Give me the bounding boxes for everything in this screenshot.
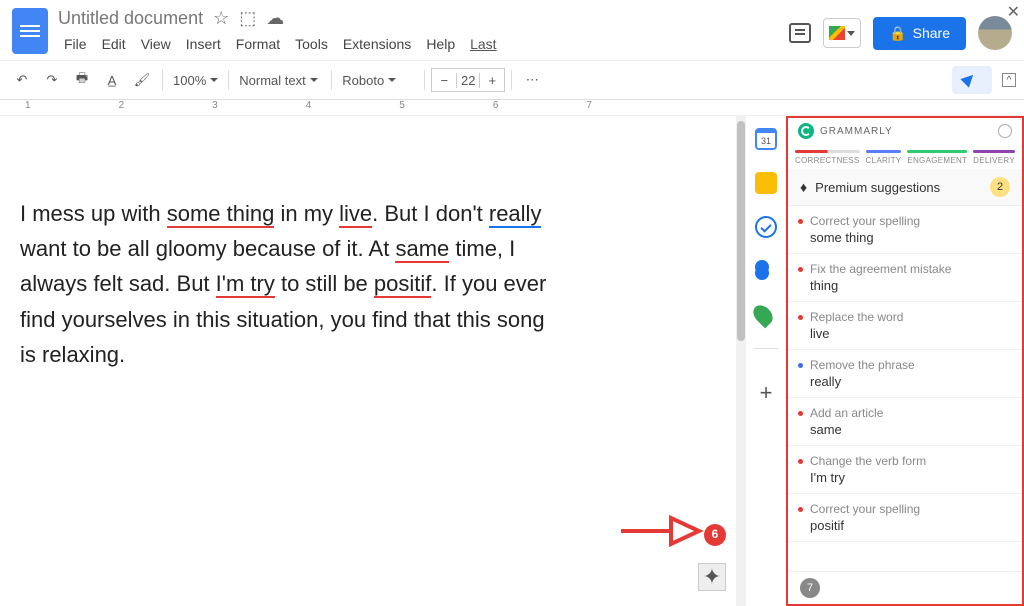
tab-clarity[interactable]: CLARITY — [866, 150, 902, 165]
font-dropdown[interactable]: Roboto — [338, 73, 418, 88]
print-icon[interactable]: 🖶 — [68, 66, 96, 94]
document-body[interactable]: I mess up with some thing in my live. Bu… — [0, 116, 736, 606]
zoom-dropdown[interactable]: 100% — [169, 73, 222, 88]
share-button[interactable]: 🔒 Share — [873, 17, 966, 50]
editing-mode[interactable] — [952, 66, 992, 94]
spellcheck-icon[interactable]: A̲ — [98, 66, 126, 94]
suggestion-item[interactable]: Fix the agreement mistake thing — [788, 254, 1022, 302]
goals-icon[interactable] — [998, 124, 1012, 138]
suggestion-title: Change the verb form — [810, 454, 1008, 468]
tab-engagement[interactable]: ENGAGEMENT — [907, 150, 967, 165]
scrollbar[interactable] — [736, 116, 746, 606]
redo-icon[interactable]: ↷ — [38, 66, 66, 94]
menu-extensions[interactable]: Extensions — [337, 33, 417, 55]
size-increase[interactable]: + — [480, 73, 504, 88]
suggestion-word: some thing — [810, 230, 1008, 245]
document-title[interactable]: Untitled document — [58, 8, 203, 29]
err-something[interactable]: some thing — [167, 201, 275, 228]
close-button[interactable]: ✕ — [1007, 2, 1020, 22]
suggestion-item[interactable]: Add an article same — [788, 398, 1022, 446]
premium-suggestions-row[interactable]: ♦ Premium suggestions 2 — [788, 169, 1022, 206]
suggestion-title: Remove the phrase — [810, 358, 1008, 372]
diamond-icon: ♦ — [800, 179, 807, 195]
menu-format[interactable]: Format — [230, 33, 286, 55]
calendar-icon[interactable]: 31 — [755, 128, 777, 150]
suggestion-word: really — [810, 374, 1008, 389]
maps-icon[interactable] — [755, 304, 777, 326]
menu-last[interactable]: Last — [464, 33, 502, 55]
suggestion-item[interactable]: Correct your spelling some thing — [788, 206, 1022, 254]
keep-icon[interactable] — [755, 172, 777, 194]
err-live[interactable]: live — [339, 201, 372, 228]
menubar: File Edit View Insert Format Tools Exten… — [58, 33, 789, 55]
suggestion-title: Add an article — [810, 406, 1008, 420]
suggestion-title: Fix the agreement mistake — [810, 262, 1008, 276]
lock-icon: 🔒 — [889, 25, 906, 42]
grammarly-footer: 7 — [788, 571, 1022, 604]
suggestion-word: same — [810, 422, 1008, 437]
move-icon[interactable]: ⬚ — [239, 8, 256, 29]
font-size-stepper[interactable]: − 22 + — [431, 68, 505, 92]
menu-file[interactable]: File — [58, 33, 93, 55]
font-size-value[interactable]: 22 — [456, 73, 480, 88]
tab-correctness[interactable]: CORRECTNESS — [795, 150, 860, 165]
suggestion-list: Correct your spelling some thing Fix the a… — [788, 206, 1022, 571]
side-panel: 31 + — [746, 116, 786, 606]
ruler: 1234567 — [0, 100, 1024, 116]
suggestion-title: Replace the word — [810, 310, 1008, 324]
err-really[interactable]: really — [489, 201, 542, 228]
docs-logo[interactable] — [12, 8, 48, 54]
suggestion-item[interactable]: Remove the phrase really — [788, 350, 1022, 398]
more-icon[interactable]: ⋯ — [518, 66, 546, 94]
menu-view[interactable]: View — [135, 33, 177, 55]
size-decrease[interactable]: − — [432, 73, 456, 88]
grammarly-brand: GRAMMARLY — [820, 126, 893, 137]
menu-insert[interactable]: Insert — [180, 33, 227, 55]
premium-count-badge: 2 — [990, 177, 1010, 197]
header: Untitled document ☆ ⬚ ☁ File Edit View I… — [0, 0, 1024, 60]
grammarly-error-count[interactable]: 6 — [704, 524, 726, 546]
explore-button[interactable]: ✦ — [698, 563, 726, 591]
menu-help[interactable]: Help — [420, 33, 461, 55]
suggestion-title: Correct your spelling — [810, 214, 1008, 228]
paint-format-icon[interactable]: 🖌 — [128, 66, 156, 94]
suggestion-item[interactable]: Correct your spelling positif — [788, 494, 1022, 542]
comments-icon[interactable] — [789, 23, 811, 43]
menu-edit[interactable]: Edit — [96, 33, 132, 55]
meet-button[interactable] — [823, 18, 861, 48]
suggestion-word: positif — [810, 518, 1008, 533]
err-imtry[interactable]: I'm try — [216, 271, 275, 298]
err-same[interactable]: same — [395, 236, 449, 263]
tab-delivery[interactable]: DELIVERY — [973, 150, 1015, 165]
suggestion-item[interactable]: Replace the word live — [788, 302, 1022, 350]
grammarly-panel: GRAMMARLY CORRECTNESS CLARITY ENGAGEMENT… — [786, 116, 1024, 606]
footer-count-badge[interactable]: 7 — [800, 578, 820, 598]
star-icon[interactable]: ☆ — [213, 8, 229, 29]
menu-tools[interactable]: Tools — [289, 33, 334, 55]
annotation-arrow — [621, 506, 701, 566]
suggestion-word: I'm try — [810, 470, 1008, 485]
err-positif[interactable]: positif — [374, 271, 431, 298]
grammarly-logo-icon — [798, 123, 814, 139]
suggestion-title: Correct your spelling — [810, 502, 1008, 516]
style-dropdown[interactable]: Normal text — [235, 73, 325, 88]
suggestion-word: live — [810, 326, 1008, 341]
cloud-icon[interactable]: ☁ — [266, 8, 284, 29]
tasks-icon[interactable] — [755, 216, 777, 238]
contacts-icon[interactable] — [755, 260, 777, 282]
collapse-icon[interactable]: ^ — [1002, 73, 1016, 87]
toolbar: ↶ ↷ 🖶 A̲ 🖌 100% Normal text Roboto − 22 … — [0, 60, 1024, 100]
suggestion-word: thing — [810, 278, 1008, 293]
undo-icon[interactable]: ↶ — [8, 66, 36, 94]
suggestion-item[interactable]: Change the verb form I'm try — [788, 446, 1022, 494]
add-addon-icon[interactable]: + — [760, 380, 773, 406]
